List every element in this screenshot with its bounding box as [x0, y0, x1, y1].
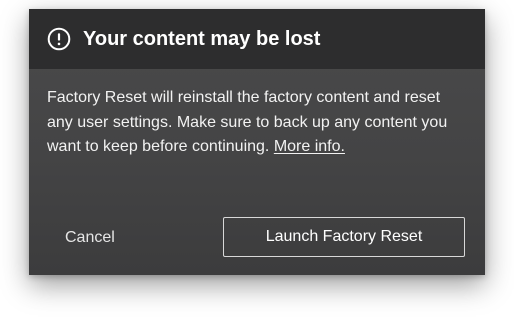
launch-factory-reset-button[interactable]: Launch Factory Reset	[223, 217, 465, 257]
exclamation-circle-icon	[47, 27, 71, 51]
dialog-message: Factory Reset will reinstall the factory…	[47, 86, 467, 160]
dialog-message-text: Factory Reset will reinstall the factory…	[47, 89, 448, 155]
dialog-title: Your content may be lost	[83, 28, 321, 50]
more-info-link[interactable]: More info.	[274, 138, 345, 155]
cancel-button[interactable]: Cancel	[65, 225, 115, 251]
factory-reset-dialog: Your content may be lost Factory Reset w…	[29, 9, 485, 275]
dialog-header: Your content may be lost	[29, 9, 485, 69]
